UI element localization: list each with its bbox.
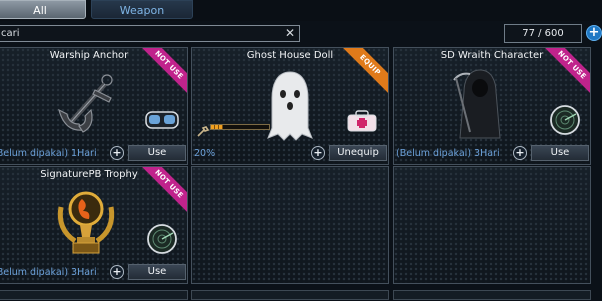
tab-weapon[interactable]: Weapon xyxy=(91,0,193,19)
item-duration: (Belum dipakai) 1Hari xyxy=(0,148,97,159)
item-duration: (Belum dipakai) 3Hari xyxy=(0,267,97,278)
item-card-warship-anchor[interactable]: Warship Anchor NOT USE (Belum dipakai) 1… xyxy=(0,47,188,165)
empty-slot[interactable] xyxy=(393,290,591,300)
item-card-ghost-house-doll[interactable]: Ghost House Doll EQUIP 20% + Unequip xyxy=(191,47,389,165)
extend-button[interactable]: + xyxy=(311,146,325,160)
durability-bar xyxy=(210,124,270,130)
trophy-icon xyxy=(57,191,115,254)
inventory-window: All Weapon ✕ 77 / 600 + Warship Anchor N… xyxy=(0,0,602,301)
item-duration: (Belum dipakai) 3Hari xyxy=(396,148,500,159)
item-card-signaturepb-trophy[interactable]: SignaturePB Trophy NOT USE (Belum dipaka… xyxy=(0,166,188,284)
unequip-button[interactable]: Unequip xyxy=(329,145,387,161)
empty-slot[interactable] xyxy=(393,166,591,284)
inventory-count: 77 / 600 xyxy=(504,24,582,43)
search-box: ✕ xyxy=(0,25,300,42)
search-input[interactable] xyxy=(1,27,281,40)
use-button[interactable]: Use xyxy=(128,145,186,161)
extend-button[interactable]: + xyxy=(513,146,527,160)
wrench-icon xyxy=(197,126,210,137)
empty-slot[interactable] xyxy=(191,166,389,284)
tab-all[interactable]: All xyxy=(0,0,86,19)
use-button[interactable]: Use xyxy=(531,145,589,161)
empty-slot[interactable] xyxy=(191,290,389,300)
expand-inventory-button[interactable]: + xyxy=(586,25,602,41)
radar-icon xyxy=(147,224,177,254)
extend-button[interactable]: + xyxy=(110,146,124,160)
durability-fill xyxy=(211,125,223,129)
close-icon[interactable]: ✕ xyxy=(284,27,296,40)
extend-button[interactable]: + xyxy=(110,265,124,279)
item-durability-percent: 20% xyxy=(194,148,216,159)
health-kit-icon xyxy=(347,110,377,132)
goggles-icon xyxy=(145,111,179,129)
ghost-icon xyxy=(267,71,313,141)
anchor-icon xyxy=(58,74,113,133)
item-card-sd-wraith-character[interactable]: SD Wraith Character NOT USE (Belum dipak… xyxy=(393,47,591,165)
tab-bar: All Weapon xyxy=(0,0,602,21)
radar-icon xyxy=(550,105,580,135)
empty-slot[interactable] xyxy=(0,290,188,300)
use-button[interactable]: Use xyxy=(128,264,186,280)
wraith-icon xyxy=(453,69,501,139)
